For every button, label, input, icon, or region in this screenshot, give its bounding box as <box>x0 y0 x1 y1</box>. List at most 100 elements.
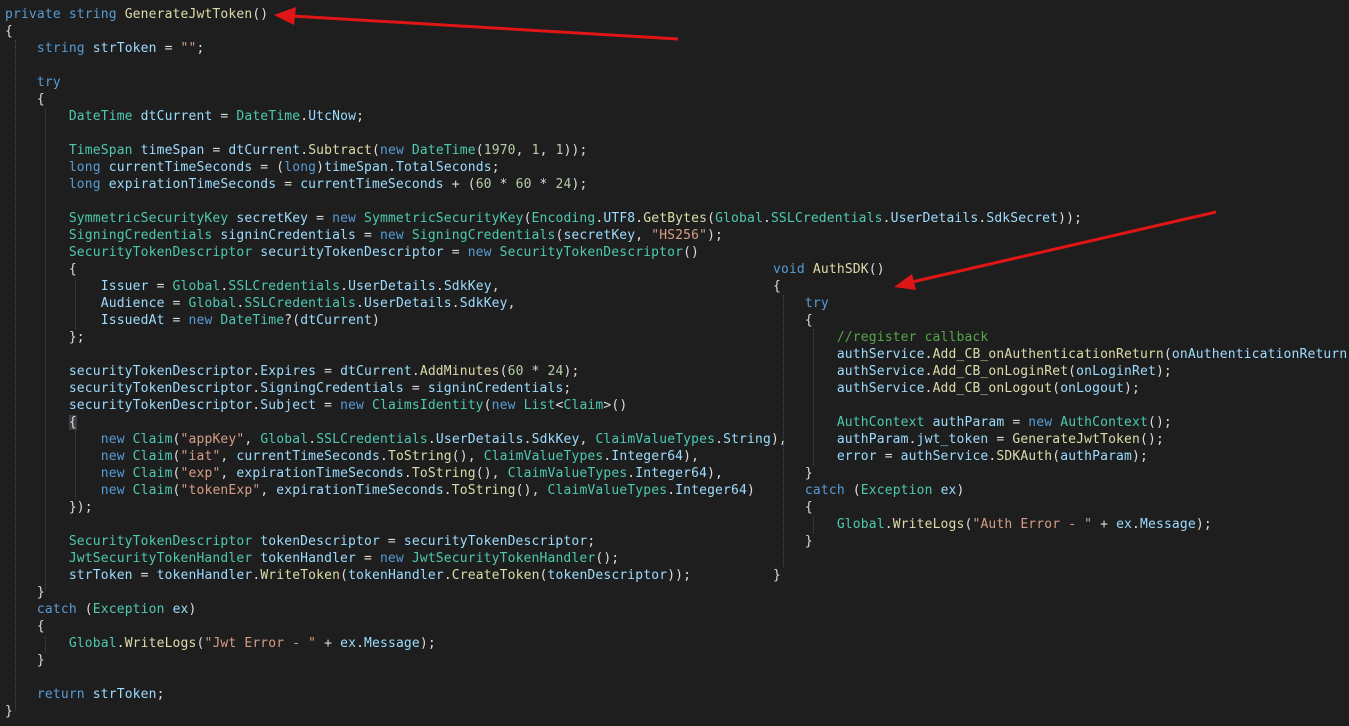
code-line[interactable]: authService.Add_CB_onAuthenticationRetur… <box>773 346 1349 363</box>
code-line[interactable]: } <box>5 584 45 601</box>
code-line[interactable]: }; <box>5 329 85 346</box>
code-token: }); <box>5 500 93 515</box>
code-line[interactable]: { <box>773 278 781 295</box>
code-line[interactable]: long currentTimeSeconds = (long)timeSpan… <box>5 159 500 176</box>
code-token: , <box>507 296 516 311</box>
code-token: dtCurrent <box>140 109 213 124</box>
code-line[interactable]: catch (Exception ex) <box>773 482 965 499</box>
code-token: () <box>683 245 700 260</box>
code-token: Global <box>715 211 763 226</box>
code-line[interactable]: }); <box>5 499 93 516</box>
code-line[interactable]: catch (Exception ex) <box>5 601 197 618</box>
code-line[interactable]: //register callback <box>773 329 988 346</box>
code-line[interactable]: Global.WriteLogs("Auth Error - " + ex.Me… <box>773 516 1212 533</box>
code-line[interactable]: { <box>773 312 813 329</box>
code-line[interactable]: IssuedAt = new DateTime?(dtCurrent) <box>5 312 380 329</box>
code-token: { <box>5 24 13 39</box>
code-line[interactable]: SecurityTokenDescriptor securityTokenDes… <box>5 244 699 261</box>
code-line[interactable]: { <box>5 414 77 431</box>
code-token: GenerateJwtToken <box>1012 432 1140 447</box>
code-line[interactable]: error = authService.SDKAuth(authParam); <box>773 448 1148 465</box>
code-token: ; <box>356 109 365 124</box>
code-line[interactable]: void AuthSDK() <box>773 261 885 278</box>
code-line[interactable]: SigningCredentials signinCredentials = n… <box>5 227 723 244</box>
code-token: JwtSecurityTokenHandler <box>68 551 253 566</box>
code-token: SymmetricSecurityKey <box>68 211 229 226</box>
code-token: . <box>379 449 388 464</box>
code-token: ( <box>499 364 508 379</box>
code-token: )); <box>1058 211 1083 226</box>
code-line[interactable]: SymmetricSecurityKey secretKey = new Sym… <box>5 210 1082 227</box>
code-token: ClaimValueTypes <box>483 449 604 464</box>
code-line[interactable]: { <box>5 23 13 40</box>
code-line[interactable]: new Claim("appKey", Global.SSLCredential… <box>5 431 787 448</box>
code-line[interactable]: securityTokenDescriptor. Expires = dtCurr… <box>5 363 579 380</box>
code-line[interactable]: } <box>5 703 13 720</box>
code-line[interactable]: Global.WriteLogs("Jwt Error - " + ex.Mes… <box>5 635 436 652</box>
code-editor-right[interactable]: void AuthSDK(){ try { //register callbac… <box>773 261 1349 591</box>
code-token: return <box>36 687 85 702</box>
code-token: (); <box>595 551 620 566</box>
code-line[interactable]: return strToken; <box>5 686 165 703</box>
code-token: . <box>882 211 891 226</box>
code-line[interactable]: securityTokenDescriptor.SigningCredentia… <box>5 380 571 397</box>
code-line[interactable]: { <box>5 261 77 278</box>
code-line[interactable]: new Claim("exp", expirationTimeSeconds.T… <box>5 465 723 482</box>
code-line[interactable]: strToken = tokenHandler.WriteToken(token… <box>5 567 691 584</box>
code-line[interactable]: authService.Add_CB_onLogout(onLogout); <box>773 380 1140 397</box>
code-line[interactable]: Issuer = Global.SSLCredentials.UserDetai… <box>5 278 500 295</box>
code-line[interactable]: authParam.jwt_token = GenerateJwtToken()… <box>773 431 1164 448</box>
code-token: 60 <box>475 177 492 192</box>
code-token: UserDetails <box>348 279 436 294</box>
code-token: "Jwt Error - " <box>204 636 317 651</box>
code-line[interactable]: try <box>773 295 829 312</box>
code-line[interactable]: long expirationTimeSeconds = currentTime… <box>5 176 587 193</box>
code-line[interactable]: DateTime dtCurrent = DateTime.UtcNow; <box>5 108 364 125</box>
code-editor-left[interactable]: private string GenerateJwtToken(){ strin… <box>5 6 1082 721</box>
code-token: = <box>204 143 229 158</box>
code-line[interactable]: SecurityTokenDescriptor tokenDescriptor … <box>5 533 595 550</box>
code-token: . <box>308 432 317 447</box>
code-token: ( <box>76 602 93 617</box>
code-token: ex <box>340 636 357 651</box>
code-line[interactable]: authService.Add_CB_onLoginRet(onLoginRet… <box>773 363 1172 380</box>
code-token: ) <box>372 313 380 328</box>
code-line[interactable]: JwtSecurityTokenHandler tokenHandler = n… <box>5 550 619 567</box>
code-token: = <box>156 41 181 56</box>
code-token: 24 <box>555 177 572 192</box>
code-line[interactable]: { <box>5 618 45 635</box>
code-line[interactable]: } <box>773 465 813 482</box>
code-token: TimeSpan <box>68 143 133 158</box>
code-token: )); <box>667 568 692 583</box>
code-line[interactable]: new Claim("iat", currentTimeSeconds.ToSt… <box>5 448 699 465</box>
code-line[interactable]: { <box>773 499 813 516</box>
code-token: Integer64 <box>611 449 684 464</box>
code-line[interactable]: string strToken = ""; <box>5 40 205 57</box>
code-line[interactable]: private string GenerateJwtToken() <box>5 6 268 23</box>
code-line[interactable]: } <box>773 567 781 584</box>
code-line[interactable]: Audience = Global.SSLCredentials.UserDet… <box>5 295 516 312</box>
code-token: Subject <box>260 398 317 413</box>
code-line[interactable]: } <box>5 652 45 669</box>
code-token: Encoding <box>531 211 596 226</box>
code-line[interactable]: AuthContext authParam = new AuthContext(… <box>773 414 1172 431</box>
code-line[interactable]: securityTokenDescriptor.Subject = new Cl… <box>5 397 627 414</box>
code-line[interactable]: try <box>5 74 61 91</box>
code-token: onAuthenticationReturn <box>1171 347 1348 362</box>
code-line[interactable]: TimeSpan timeSpan = dtCurrent.Subtract(n… <box>5 142 588 159</box>
code-token: new <box>188 313 213 328</box>
code-token: = <box>148 279 173 294</box>
code-line[interactable]: { <box>5 91 45 108</box>
code-token: IssuedAt <box>100 313 165 328</box>
code-token: error <box>836 449 877 464</box>
code-line[interactable]: new Claim("tokenExp", expirationTimeSeco… <box>5 482 755 499</box>
code-token: = ( <box>252 160 285 175</box>
code-line[interactable]: } <box>773 533 813 550</box>
